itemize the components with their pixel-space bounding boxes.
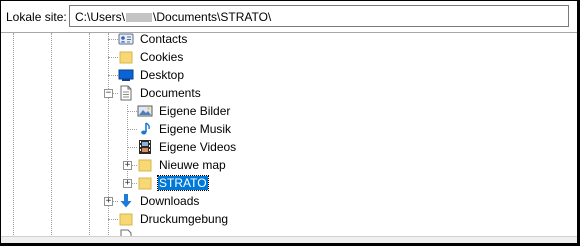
folder-tree[interactable]: Contacts Cookies Desktop − Documents Eig… bbox=[1, 30, 577, 243]
tree-item-desktop[interactable]: Desktop bbox=[118, 66, 318, 84]
folder-icon bbox=[119, 51, 133, 64]
tree-item-label: Eigene Musik bbox=[159, 122, 232, 136]
folder-icon bbox=[138, 177, 152, 190]
horizontal-scrollbar[interactable] bbox=[1, 236, 577, 243]
tree-item-label: Desktop bbox=[140, 68, 185, 82]
path-prefix: C:\Users\ bbox=[75, 10, 126, 24]
tree-item-documents[interactable]: Documents bbox=[118, 84, 318, 102]
tree-item-label: Documents bbox=[140, 86, 201, 100]
tree-item-label: Druckumgebung bbox=[140, 212, 229, 226]
tree-guide-line bbox=[127, 129, 137, 130]
tree-item-strato[interactable]: STRATO bbox=[137, 174, 337, 192]
tree-item-label: Downloads bbox=[140, 194, 200, 208]
collapse-icon[interactable]: − bbox=[104, 89, 113, 98]
path-suffix: \Documents\STRATO\ bbox=[153, 10, 272, 24]
tree-item-contacts[interactable]: Contacts bbox=[118, 30, 318, 48]
folder-icon bbox=[119, 213, 133, 226]
tree-guide-line bbox=[127, 111, 137, 112]
local-site-path: C:\Users\ \Documents\STRATO\ bbox=[75, 10, 271, 24]
local-site-panel: Lokale site: C:\Users\ \Documents\STRATO\ bbox=[1, 1, 577, 243]
tree-guide-line bbox=[108, 33, 109, 243]
expand-icon[interactable]: + bbox=[123, 161, 132, 170]
expand-icon[interactable]: + bbox=[104, 197, 113, 206]
local-site-label: Lokale site: bbox=[6, 10, 67, 24]
documents-icon bbox=[120, 85, 132, 101]
local-site-path-input[interactable]: C:\Users\ \Documents\STRATO\ bbox=[69, 5, 569, 27]
folder-icon bbox=[138, 159, 152, 172]
local-site-bar: Lokale site: C:\Users\ \Documents\STRATO\ bbox=[1, 5, 577, 29]
tree-guide-line bbox=[108, 75, 118, 76]
contact-card-icon bbox=[118, 33, 134, 45]
tree-guide-line bbox=[127, 147, 137, 148]
tree-item-label: Nieuwe map bbox=[159, 158, 226, 172]
tree-guide-line bbox=[51, 33, 52, 243]
redacted-username bbox=[126, 13, 153, 23]
tree-item-label: Contacts bbox=[140, 32, 188, 46]
tree-item-label: STRATO bbox=[157, 175, 209, 191]
tree-guide-line bbox=[13, 33, 14, 243]
tree-item-label: Eigene Bilder bbox=[159, 104, 231, 118]
tree-guide-line bbox=[108, 57, 118, 58]
tree-guide-line bbox=[108, 39, 118, 40]
tree-guide-line bbox=[108, 219, 118, 220]
tree-item-cookies[interactable]: Cookies bbox=[118, 48, 318, 66]
tree-item-eigene-musik[interactable]: Eigene Musik bbox=[137, 120, 337, 138]
tree-item-nieuwe-map[interactable]: Nieuwe map bbox=[137, 156, 337, 174]
tree-item-druckumgebung[interactable]: Druckumgebung bbox=[118, 210, 318, 228]
tree-item-eigene-videos[interactable]: Eigene Videos bbox=[137, 138, 337, 156]
music-icon bbox=[141, 122, 150, 135]
video-icon bbox=[139, 140, 151, 154]
tree-item-eigene-bilder[interactable]: Eigene Bilder bbox=[137, 102, 337, 120]
tree-item-label: Eigene Videos bbox=[159, 140, 237, 154]
pictures-icon bbox=[137, 105, 153, 117]
tree-item-label: Cookies bbox=[140, 50, 184, 64]
tree-guide-line bbox=[89, 33, 90, 243]
expand-icon[interactable]: + bbox=[123, 179, 132, 188]
desktop-icon bbox=[118, 69, 134, 81]
tree-item-downloads[interactable]: Downloads bbox=[118, 192, 318, 210]
download-arrow-icon bbox=[120, 194, 132, 208]
